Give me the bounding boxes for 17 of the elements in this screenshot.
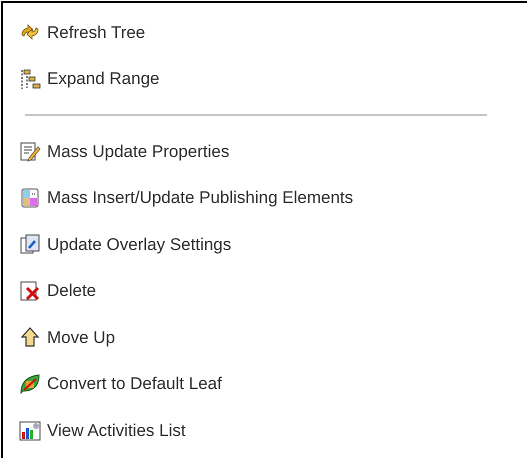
menu-item[interactable]: Delete bbox=[47, 278, 96, 304]
menu-item[interactable]: Mass Insert/Update Publishing Elements bbox=[47, 185, 354, 210]
document-pencil-icon bbox=[19, 140, 41, 162]
bar-chart-icon bbox=[19, 419, 41, 442]
menu-item[interactable]: Mass Update Properties bbox=[47, 138, 230, 164]
up-arrow-icon bbox=[19, 326, 41, 348]
menu-item[interactable]: Move Up bbox=[47, 324, 116, 350]
overlay-pages-icon bbox=[19, 233, 41, 256]
menu-item[interactable]: Convert to Default Leaf bbox=[47, 371, 222, 396]
leaf-icon bbox=[19, 372, 41, 395]
menu-item[interactable]: Update Overlay Settings bbox=[47, 232, 232, 257]
document-color-icon bbox=[19, 186, 41, 209]
tree-icon bbox=[19, 68, 41, 90]
document-delete-icon bbox=[19, 280, 41, 302]
menu-item[interactable]: View Activities List bbox=[47, 418, 186, 443]
menu-item[interactable]: Expand Range bbox=[47, 66, 160, 92]
menu-item[interactable]: Refresh Tree bbox=[47, 20, 146, 45]
